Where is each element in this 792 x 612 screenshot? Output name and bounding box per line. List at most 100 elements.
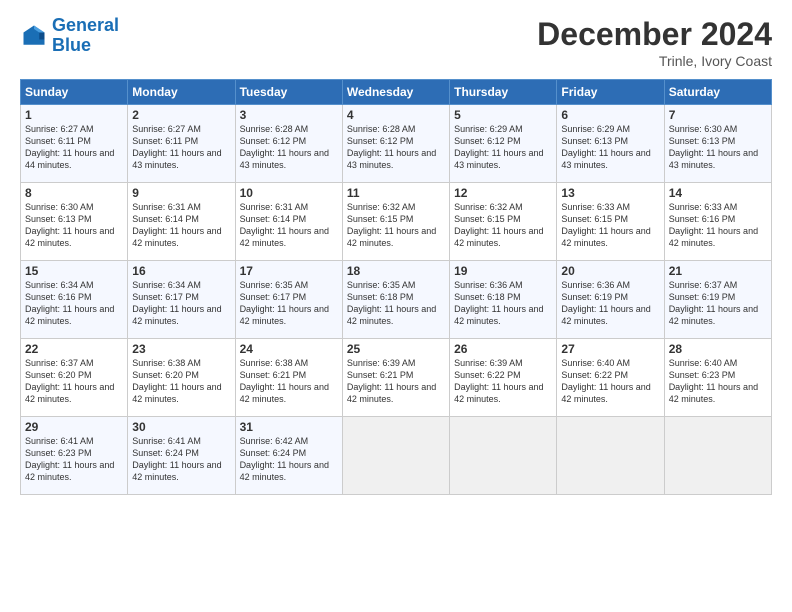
day-info: Sunrise: 6:37 AMSunset: 6:19 PMDaylight:… [669, 279, 767, 328]
day-info: Sunrise: 6:34 AMSunset: 6:16 PMDaylight:… [25, 279, 123, 328]
day-number: 3 [240, 108, 338, 122]
calendar-week-row: 8Sunrise: 6:30 AMSunset: 6:13 PMDaylight… [21, 183, 772, 261]
day-info: Sunrise: 6:38 AMSunset: 6:21 PMDaylight:… [240, 357, 338, 406]
day-info: Sunrise: 6:33 AMSunset: 6:16 PMDaylight:… [669, 201, 767, 250]
calendar-day-cell: 28Sunrise: 6:40 AMSunset: 6:23 PMDayligh… [664, 339, 771, 417]
day-number: 19 [454, 264, 552, 278]
day-number: 30 [132, 420, 230, 434]
calendar-header-row: Sunday Monday Tuesday Wednesday Thursday… [21, 80, 772, 105]
calendar-week-row: 22Sunrise: 6:37 AMSunset: 6:20 PMDayligh… [21, 339, 772, 417]
day-number: 4 [347, 108, 445, 122]
calendar-day-cell: 26Sunrise: 6:39 AMSunset: 6:22 PMDayligh… [450, 339, 557, 417]
calendar-week-row: 1Sunrise: 6:27 AMSunset: 6:11 PMDaylight… [21, 105, 772, 183]
calendar-day-cell: 13Sunrise: 6:33 AMSunset: 6:15 PMDayligh… [557, 183, 664, 261]
calendar-day-cell [450, 417, 557, 495]
col-sunday: Sunday [21, 80, 128, 105]
day-number: 9 [132, 186, 230, 200]
day-number: 24 [240, 342, 338, 356]
day-number: 20 [561, 264, 659, 278]
day-number: 16 [132, 264, 230, 278]
logo: General Blue [20, 16, 119, 56]
location-text: Trinle, Ivory Coast [537, 53, 772, 69]
calendar-day-cell: 30Sunrise: 6:41 AMSunset: 6:24 PMDayligh… [128, 417, 235, 495]
calendar-day-cell: 14Sunrise: 6:33 AMSunset: 6:16 PMDayligh… [664, 183, 771, 261]
day-info: Sunrise: 6:39 AMSunset: 6:21 PMDaylight:… [347, 357, 445, 406]
day-info: Sunrise: 6:29 AMSunset: 6:13 PMDaylight:… [561, 123, 659, 172]
calendar-day-cell: 10Sunrise: 6:31 AMSunset: 6:14 PMDayligh… [235, 183, 342, 261]
day-info: Sunrise: 6:27 AMSunset: 6:11 PMDaylight:… [132, 123, 230, 172]
day-info: Sunrise: 6:36 AMSunset: 6:18 PMDaylight:… [454, 279, 552, 328]
day-info: Sunrise: 6:37 AMSunset: 6:20 PMDaylight:… [25, 357, 123, 406]
day-number: 17 [240, 264, 338, 278]
col-wednesday: Wednesday [342, 80, 449, 105]
day-number: 22 [25, 342, 123, 356]
day-info: Sunrise: 6:28 AMSunset: 6:12 PMDaylight:… [240, 123, 338, 172]
calendar-day-cell: 31Sunrise: 6:42 AMSunset: 6:24 PMDayligh… [235, 417, 342, 495]
day-number: 15 [25, 264, 123, 278]
page-container: General Blue December 2024 Trinle, Ivory… [0, 0, 792, 505]
day-info: Sunrise: 6:42 AMSunset: 6:24 PMDaylight:… [240, 435, 338, 484]
day-number: 18 [347, 264, 445, 278]
calendar-day-cell: 2Sunrise: 6:27 AMSunset: 6:11 PMDaylight… [128, 105, 235, 183]
day-number: 1 [25, 108, 123, 122]
day-number: 6 [561, 108, 659, 122]
day-info: Sunrise: 6:41 AMSunset: 6:24 PMDaylight:… [132, 435, 230, 484]
calendar-day-cell: 8Sunrise: 6:30 AMSunset: 6:13 PMDaylight… [21, 183, 128, 261]
calendar-day-cell: 19Sunrise: 6:36 AMSunset: 6:18 PMDayligh… [450, 261, 557, 339]
day-info: Sunrise: 6:27 AMSunset: 6:11 PMDaylight:… [25, 123, 123, 172]
day-number: 11 [347, 186, 445, 200]
logo-blue: Blue [52, 35, 91, 55]
calendar-day-cell: 7Sunrise: 6:30 AMSunset: 6:13 PMDaylight… [664, 105, 771, 183]
calendar-day-cell: 24Sunrise: 6:38 AMSunset: 6:21 PMDayligh… [235, 339, 342, 417]
calendar-day-cell: 1Sunrise: 6:27 AMSunset: 6:11 PMDaylight… [21, 105, 128, 183]
day-info: Sunrise: 6:39 AMSunset: 6:22 PMDaylight:… [454, 357, 552, 406]
day-info: Sunrise: 6:41 AMSunset: 6:23 PMDaylight:… [25, 435, 123, 484]
day-number: 5 [454, 108, 552, 122]
calendar-day-cell: 6Sunrise: 6:29 AMSunset: 6:13 PMDaylight… [557, 105, 664, 183]
day-info: Sunrise: 6:31 AMSunset: 6:14 PMDaylight:… [132, 201, 230, 250]
day-info: Sunrise: 6:36 AMSunset: 6:19 PMDaylight:… [561, 279, 659, 328]
day-info: Sunrise: 6:31 AMSunset: 6:14 PMDaylight:… [240, 201, 338, 250]
calendar-day-cell: 21Sunrise: 6:37 AMSunset: 6:19 PMDayligh… [664, 261, 771, 339]
day-info: Sunrise: 6:28 AMSunset: 6:12 PMDaylight:… [347, 123, 445, 172]
calendar-table: Sunday Monday Tuesday Wednesday Thursday… [20, 79, 772, 495]
day-info: Sunrise: 6:33 AMSunset: 6:15 PMDaylight:… [561, 201, 659, 250]
day-info: Sunrise: 6:38 AMSunset: 6:20 PMDaylight:… [132, 357, 230, 406]
day-info: Sunrise: 6:32 AMSunset: 6:15 PMDaylight:… [454, 201, 552, 250]
day-info: Sunrise: 6:30 AMSunset: 6:13 PMDaylight:… [25, 201, 123, 250]
calendar-day-cell: 3Sunrise: 6:28 AMSunset: 6:12 PMDaylight… [235, 105, 342, 183]
day-number: 2 [132, 108, 230, 122]
calendar-day-cell: 11Sunrise: 6:32 AMSunset: 6:15 PMDayligh… [342, 183, 449, 261]
col-saturday: Saturday [664, 80, 771, 105]
calendar-day-cell: 27Sunrise: 6:40 AMSunset: 6:22 PMDayligh… [557, 339, 664, 417]
calendar-day-cell: 12Sunrise: 6:32 AMSunset: 6:15 PMDayligh… [450, 183, 557, 261]
day-info: Sunrise: 6:35 AMSunset: 6:17 PMDaylight:… [240, 279, 338, 328]
calendar-week-row: 15Sunrise: 6:34 AMSunset: 6:16 PMDayligh… [21, 261, 772, 339]
day-info: Sunrise: 6:40 AMSunset: 6:23 PMDaylight:… [669, 357, 767, 406]
logo-icon [20, 22, 48, 50]
calendar-day-cell: 23Sunrise: 6:38 AMSunset: 6:20 PMDayligh… [128, 339, 235, 417]
day-number: 26 [454, 342, 552, 356]
col-tuesday: Tuesday [235, 80, 342, 105]
calendar-day-cell: 25Sunrise: 6:39 AMSunset: 6:21 PMDayligh… [342, 339, 449, 417]
day-number: 31 [240, 420, 338, 434]
logo-text: General Blue [52, 16, 119, 56]
calendar-week-row: 29Sunrise: 6:41 AMSunset: 6:23 PMDayligh… [21, 417, 772, 495]
logo-general: General [52, 15, 119, 35]
day-number: 21 [669, 264, 767, 278]
col-friday: Friday [557, 80, 664, 105]
col-monday: Monday [128, 80, 235, 105]
calendar-day-cell: 4Sunrise: 6:28 AMSunset: 6:12 PMDaylight… [342, 105, 449, 183]
day-info: Sunrise: 6:35 AMSunset: 6:18 PMDaylight:… [347, 279, 445, 328]
col-thursday: Thursday [450, 80, 557, 105]
title-block: December 2024 Trinle, Ivory Coast [537, 16, 772, 69]
day-number: 25 [347, 342, 445, 356]
calendar-day-cell: 15Sunrise: 6:34 AMSunset: 6:16 PMDayligh… [21, 261, 128, 339]
day-number: 12 [454, 186, 552, 200]
day-number: 10 [240, 186, 338, 200]
day-number: 28 [669, 342, 767, 356]
calendar-day-cell: 16Sunrise: 6:34 AMSunset: 6:17 PMDayligh… [128, 261, 235, 339]
day-number: 23 [132, 342, 230, 356]
calendar-day-cell [664, 417, 771, 495]
calendar-day-cell: 17Sunrise: 6:35 AMSunset: 6:17 PMDayligh… [235, 261, 342, 339]
